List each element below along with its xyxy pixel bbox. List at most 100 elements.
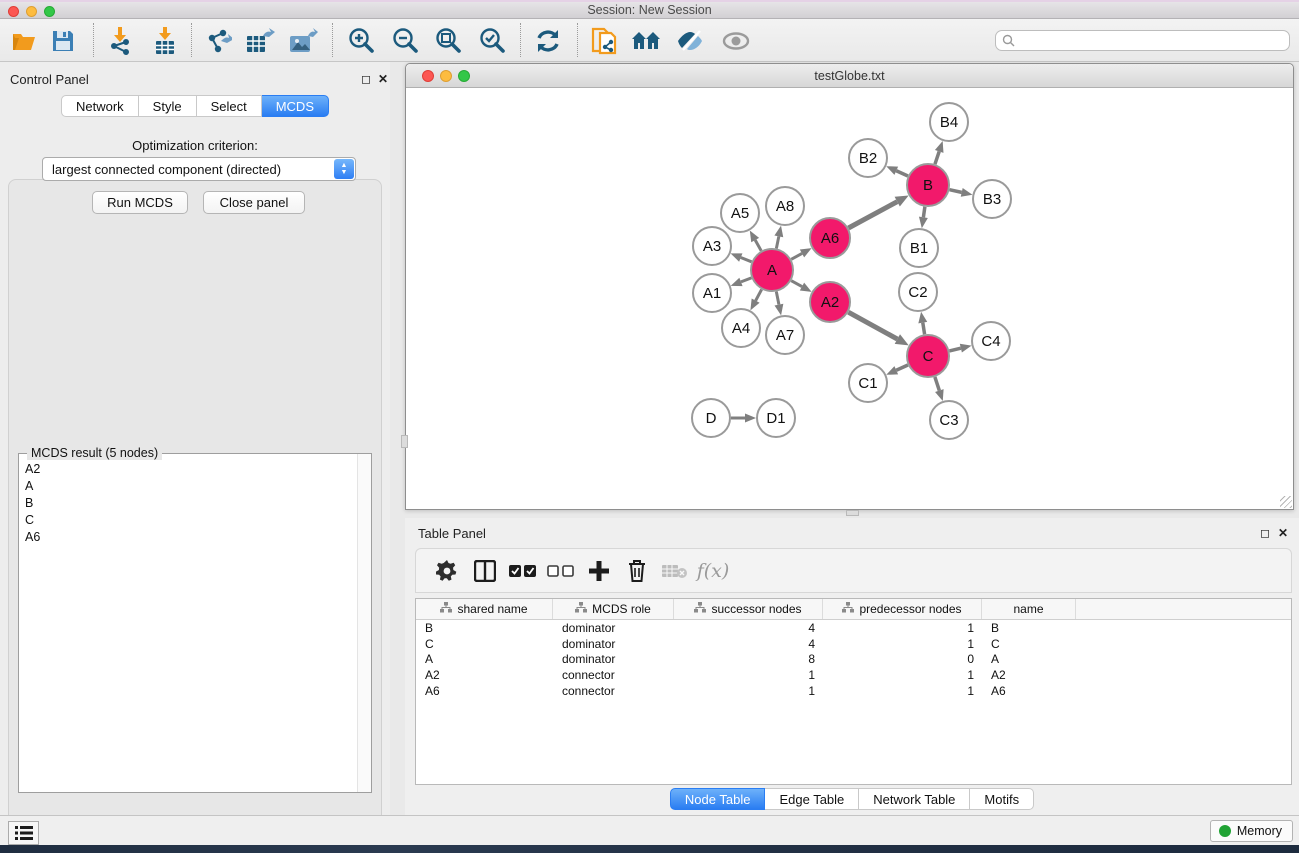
- memory-button[interactable]: Memory: [1210, 820, 1293, 842]
- graph-node-label: A7: [776, 327, 794, 344]
- edge-C-C1[interactable]: [896, 365, 908, 370]
- hide-selected-icon[interactable]: [674, 26, 706, 56]
- table-row[interactable]: A2connector11A2: [416, 667, 1291, 683]
- float-panel-icon[interactable]: ◻: [361, 73, 371, 85]
- deselect-all-icon[interactable]: [542, 564, 580, 578]
- result-item[interactable]: C: [20, 511, 358, 528]
- gear-icon[interactable]: [428, 560, 466, 582]
- table-cell: 1: [823, 668, 982, 682]
- table-cell: B: [416, 621, 553, 635]
- export-network-icon[interactable]: [202, 26, 234, 56]
- table-cell: C: [982, 637, 1076, 651]
- close-panel-icon[interactable]: ✕: [378, 73, 388, 85]
- network-canvas[interactable]: B4B2BB3A8A5A6A3B1AA1C2A2A4A7C4CC1C3DD1: [407, 89, 1292, 509]
- zoom-in-icon[interactable]: [345, 26, 377, 56]
- table-row[interactable]: Adominator80A: [416, 652, 1291, 668]
- edge-A-A2[interactable]: [791, 281, 802, 287]
- search-box[interactable]: [995, 30, 1290, 51]
- tab-edge-table[interactable]: Edge Table: [765, 788, 859, 810]
- column-header-successor-nodes[interactable]: successor nodes: [674, 599, 823, 619]
- edge-B-B3[interactable]: [949, 190, 961, 193]
- table-row[interactable]: Cdominator41C: [416, 636, 1291, 652]
- column-header-shared-name[interactable]: shared name: [416, 599, 553, 619]
- table-cell: A6: [416, 684, 553, 698]
- float-table-panel-icon[interactable]: ◻: [1260, 527, 1270, 539]
- select-all-icon[interactable]: [504, 564, 542, 578]
- table-cell: A: [416, 652, 553, 666]
- refresh-icon[interactable]: [532, 26, 564, 56]
- zoom-selected-icon[interactable]: [476, 26, 508, 56]
- result-item[interactable]: A: [20, 477, 358, 494]
- tab-motifs[interactable]: Motifs: [970, 788, 1034, 810]
- search-input[interactable]: [1015, 32, 1289, 49]
- column-layout-icon[interactable]: [466, 560, 504, 582]
- clone-network-icon[interactable]: [589, 26, 621, 56]
- result-item[interactable]: A6: [20, 528, 358, 545]
- edge-A-A5[interactable]: [755, 240, 761, 251]
- edge-B-B2[interactable]: [896, 171, 908, 176]
- column-header-MCDS-role[interactable]: MCDS role: [553, 599, 674, 619]
- export-image-icon[interactable]: [287, 26, 319, 56]
- tab-network-table[interactable]: Network Table: [859, 788, 970, 810]
- criterion-select[interactable]: largest connected component (directed) ▲…: [42, 157, 356, 181]
- mcds-result-list[interactable]: A2ABCA6: [20, 460, 358, 791]
- tab-mcds[interactable]: MCDS: [262, 95, 329, 117]
- import-table-icon[interactable]: [149, 26, 181, 56]
- edge-arrowhead: [935, 141, 944, 153]
- close-table-panel-icon[interactable]: ✕: [1278, 527, 1288, 539]
- export-table-icon[interactable]: [244, 26, 276, 56]
- tab-style[interactable]: Style: [139, 95, 197, 117]
- edge-A-A1[interactable]: [741, 278, 752, 282]
- tab-node-table[interactable]: Node Table: [670, 788, 766, 810]
- delete-table-icon[interactable]: [656, 563, 694, 579]
- search-icon: [1002, 34, 1015, 47]
- function-builder-icon[interactable]: f(x): [694, 560, 732, 582]
- edge-C-C2[interactable]: [923, 323, 925, 335]
- zoom-out-icon[interactable]: [389, 26, 421, 56]
- node-table[interactable]: shared nameMCDS rolesuccessor nodesprede…: [415, 598, 1292, 785]
- tab-select[interactable]: Select: [197, 95, 262, 117]
- edge-B-B4[interactable]: [935, 151, 939, 164]
- close-panel-button[interactable]: Close panel: [203, 191, 305, 214]
- panel-divider-handle[interactable]: [401, 435, 408, 448]
- import-network-icon[interactable]: [104, 26, 136, 56]
- task-history-button[interactable]: [8, 821, 39, 845]
- edge-A6-B[interactable]: [848, 202, 897, 228]
- zoom-fit-icon[interactable]: [432, 26, 464, 56]
- tab-network[interactable]: Network: [61, 95, 139, 117]
- table-row[interactable]: A6connector11A6: [416, 683, 1291, 699]
- network-graph[interactable]: B4B2BB3A8A5A6A3B1AA1C2A2A4A7C4CC1C3DD1: [407, 89, 1292, 509]
- result-scrollbar[interactable]: [357, 454, 371, 792]
- network-window-titlebar[interactable]: testGlobe.txt: [406, 64, 1293, 88]
- table-cell: 1: [674, 684, 823, 698]
- edge-A-A6[interactable]: [791, 253, 802, 259]
- column-header-name[interactable]: name: [982, 599, 1076, 619]
- edge-A-A8[interactable]: [776, 236, 778, 248]
- split-divider-handle[interactable]: [846, 510, 859, 516]
- edge-arrowhead: [731, 253, 743, 261]
- save-icon[interactable]: [47, 26, 79, 56]
- table-row[interactable]: Bdominator41B: [416, 620, 1291, 636]
- delete-column-icon[interactable]: [618, 560, 656, 582]
- edge-A-A7[interactable]: [776, 292, 779, 305]
- open-folder-icon[interactable]: [9, 26, 41, 56]
- select-stepper-icon: ▲▼: [334, 159, 354, 179]
- graph-node-label: C3: [939, 412, 958, 429]
- edge-A-A3[interactable]: [741, 258, 752, 262]
- column-header-predecessor-nodes[interactable]: predecessor nodes: [823, 599, 982, 619]
- result-item[interactable]: A2: [20, 460, 358, 477]
- resize-grip-icon[interactable]: [1280, 496, 1292, 508]
- table-cell: connector: [553, 684, 674, 698]
- edge-A2-C[interactable]: [848, 312, 897, 339]
- result-item[interactable]: B: [20, 494, 358, 511]
- edge-C-C4[interactable]: [949, 348, 960, 351]
- edge-A-A4[interactable]: [756, 289, 762, 300]
- graph-node-label: B2: [859, 150, 877, 167]
- show-all-icon[interactable]: [720, 26, 752, 56]
- edge-C-C3[interactable]: [935, 377, 939, 391]
- run-mcds-button[interactable]: Run MCDS: [92, 191, 188, 214]
- add-column-icon[interactable]: [580, 561, 618, 581]
- first-neighbors-icon[interactable]: [631, 26, 663, 56]
- edge-B-B1[interactable]: [923, 207, 925, 218]
- edge-arrowhead: [919, 217, 928, 229]
